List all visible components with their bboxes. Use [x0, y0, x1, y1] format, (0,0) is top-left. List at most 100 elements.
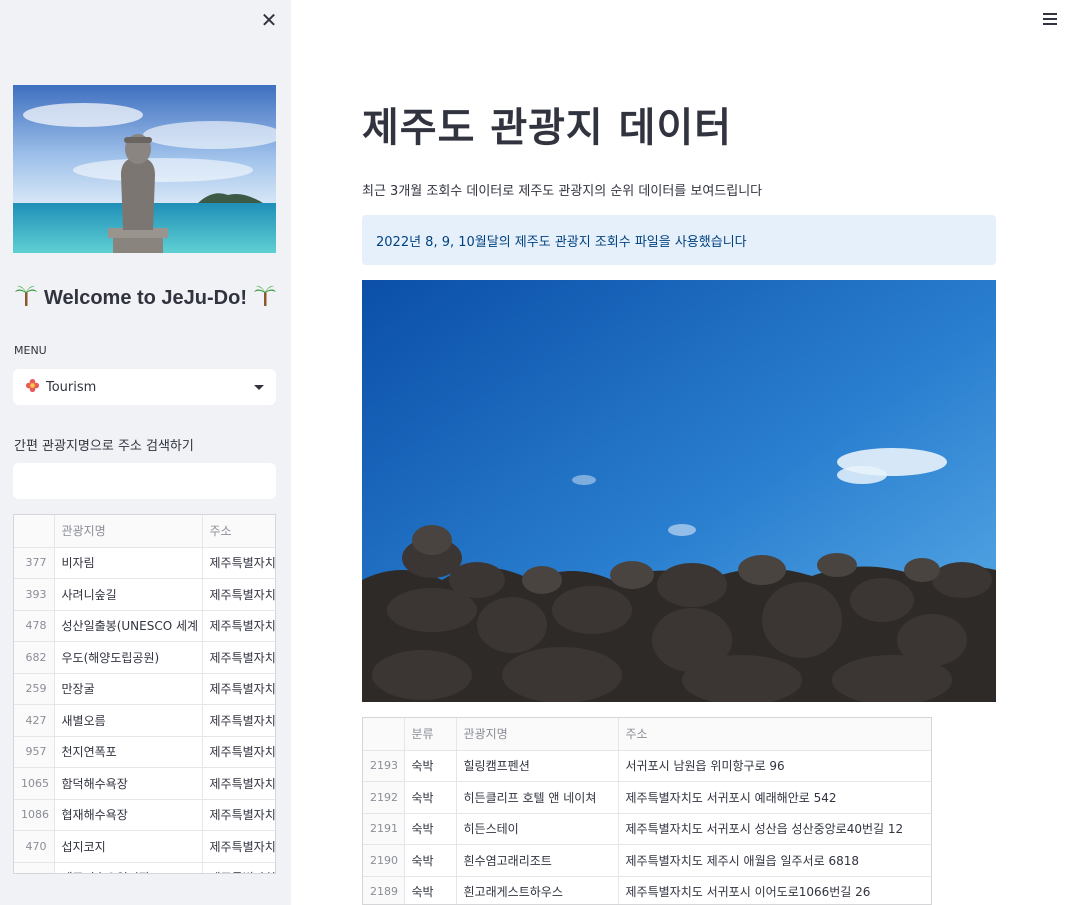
welcome-heading: Welcome to JeJu-Do!: [14, 283, 277, 313]
table-cell: 히든클리프 호텔 앤 네이쳐: [456, 781, 619, 814]
menu-label: MENU: [14, 344, 47, 357]
table-cell: 천지연폭포: [54, 736, 203, 768]
row-index: 682: [14, 641, 55, 674]
row-index: 1086: [14, 799, 55, 831]
table-cell: 만장굴: [54, 673, 203, 705]
table-cell: 제주특별자치도: [202, 547, 275, 579]
page-title: 제주도 관광지 데이터: [362, 105, 733, 151]
table-cell: 숙박: [404, 844, 457, 877]
row-index: 2191: [363, 813, 405, 845]
table-row[interactable]: 2190 숙박 흰수염고래리조트 제주특별자치도 제주시 애월읍 일주서로 6818: [363, 844, 931, 877]
table-cell: 함덕해수욕장: [54, 767, 203, 800]
welcome-text: Welcome to JeJu-Do!: [44, 286, 247, 309]
table-header-row: 관광지명 주소: [14, 515, 275, 548]
chevron-down-icon[interactable]: [254, 384, 264, 390]
row-index: 2190: [363, 844, 405, 877]
table-cell: 제주특별자치도 서귀포시 예래해안로 542: [618, 781, 931, 814]
hamburger-icon[interactable]: [1043, 13, 1057, 25]
table-row[interactable]: 427새별오름제주특별자치도: [14, 704, 275, 737]
table-cell: 숙박: [404, 781, 457, 814]
table-row[interactable]: 957천지연폭포제주특별자치도: [14, 736, 275, 768]
row-index: 957: [14, 736, 55, 768]
table-cell: 숙박: [404, 813, 457, 845]
table-row[interactable]: 377비자림제주특별자치도: [14, 547, 275, 579]
flower-icon: [25, 378, 40, 397]
row-index: 478: [14, 610, 55, 642]
menu-select[interactable]: Tourism: [13, 369, 276, 405]
table-cell: 서귀포시 남원읍 위미항구로 96: [618, 750, 931, 782]
table-cell: 제주특별자치도 서귀포시 이어도로1066번길 26: [618, 876, 931, 904]
table-cell: 제주특별자치도: [202, 641, 275, 674]
harubang-image: [13, 85, 276, 253]
table-cell: 사려니숲길: [54, 578, 203, 611]
row-index: 377: [14, 547, 55, 579]
table-cell: 제주특별자치도 서귀포시 성산읍 성산중앙로40번길 12: [618, 813, 931, 845]
table-row[interactable]: 제주민속오일시장제주특별자치도: [14, 862, 275, 873]
table-cell: 숙박: [404, 750, 457, 782]
table-cell: 제주민속오일시장: [54, 862, 203, 873]
column-header[interactable]: 관광지명: [54, 515, 203, 548]
search-input[interactable]: [13, 463, 276, 499]
table-row[interactable]: 1086협재해수욕장제주특별자치도: [14, 799, 275, 831]
table-cell: 비자림: [54, 547, 203, 579]
row-index: 2189: [363, 876, 405, 904]
table-row[interactable]: 1065함덕해수욕장제주특별자치도: [14, 767, 275, 800]
row-index: 259: [14, 673, 55, 705]
table-cell: 제주특별자치도: [202, 610, 275, 642]
table-row[interactable]: 682우도(해양도립공원)제주특별자치도: [14, 641, 275, 674]
table-cell: 제주특별자치도: [202, 673, 275, 705]
close-icon[interactable]: ✕: [259, 10, 279, 30]
row-index: 1065: [14, 767, 55, 800]
row-index: 470: [14, 830, 55, 863]
row-index: 2193: [363, 750, 405, 782]
table-cell: 제주특별자치도: [202, 578, 275, 611]
table-cell: 흰고래게스트하우스: [456, 876, 619, 904]
data-table[interactable]: 분류 관광지명 주소 2193 숙박 힐링캠프펜션 서귀포시 남원읍 위미항구로 96…: [362, 717, 932, 905]
column-header[interactable]: 주소: [618, 718, 931, 751]
palm-tree-icon: [14, 283, 38, 313]
table-cell: 우도(해양도립공원): [54, 641, 203, 674]
table-cell: 제주특별자치도: [202, 799, 275, 831]
table-cell: 제주특별자치도: [202, 704, 275, 737]
table-cell: 제주특별자치도: [202, 830, 275, 863]
search-label: 간편 관광지명으로 주소 검색하기: [14, 439, 194, 454]
table-row[interactable]: 470섭지코지제주특별자치도: [14, 830, 275, 863]
column-header[interactable]: [14, 515, 55, 548]
palm-tree-icon: [253, 283, 277, 313]
sidebar-table[interactable]: 관광지명 주소 377비자림제주특별자치도 393사려니숲길제주특별자치도 47…: [13, 514, 276, 874]
table-cell: 제주특별자치도: [202, 736, 275, 768]
table-cell: 힐링캠프펜션: [456, 750, 619, 782]
table-cell: 제주특별자치도 제주시 애월읍 일주서로 6818: [618, 844, 931, 877]
table-cell: 협재해수욕장: [54, 799, 203, 831]
table-row[interactable]: 2192 숙박 히든클리프 호텔 앤 네이쳐 제주특별자치도 서귀포시 예래해안로 5…: [363, 781, 931, 814]
table-cell: 숙박: [404, 876, 457, 904]
table-cell: 제주특별자치도: [202, 862, 275, 873]
table-row[interactable]: 478성산일출봉(UNESCO 세계제주특별자치도: [14, 610, 275, 642]
column-header[interactable]: 분류: [404, 718, 457, 751]
table-cell: 히든스테이: [456, 813, 619, 845]
info-alert: 2022년 8, 9, 10월달의 제주도 관광지 조회수 파일을 사용했습니다: [362, 215, 996, 265]
table-row[interactable]: 393사려니숲길제주특별자치도: [14, 578, 275, 611]
menu-select-value: Tourism: [46, 379, 97, 395]
table-cell: 섭지코지: [54, 830, 203, 863]
table-header-row: 분류 관광지명 주소: [363, 718, 931, 751]
column-header[interactable]: [363, 718, 405, 751]
row-index: 427: [14, 704, 55, 737]
row-index: [14, 862, 55, 873]
table-row[interactable]: 259만장굴제주특별자치도: [14, 673, 275, 705]
table-row[interactable]: 2191 숙박 히든스테이 제주특별자치도 서귀포시 성산읍 성산중앙로40번길 12: [363, 813, 931, 845]
table-row[interactable]: 2193 숙박 힐링캠프펜션 서귀포시 남원읍 위미항구로 96: [363, 750, 931, 782]
table-cell: 성산일출봉(UNESCO 세계: [54, 610, 203, 642]
table-cell: 흰수염고래리조트: [456, 844, 619, 877]
table-row[interactable]: 2189 숙박 흰고래게스트하우스 제주특별자치도 서귀포시 이어도로1066번길 2…: [363, 876, 931, 904]
page-subtitle: 최근 3개월 조회수 데이터로 제주도 관광지의 순위 데이터를 보여드립니다: [362, 184, 763, 199]
column-header[interactable]: 관광지명: [456, 718, 619, 751]
column-header[interactable]: 주소: [202, 515, 275, 548]
table-cell: 새별오름: [54, 704, 203, 737]
sidebar: ✕ Welcome to JeJu-Do! MENU Tourism 간편 관광…: [0, 0, 291, 905]
info-text: 2022년 8, 9, 10월달의 제주도 관광지 조회수 파일을 사용했습니다: [376, 234, 747, 250]
table-cell: 제주특별자치도: [202, 767, 275, 800]
stone-wall-image: [362, 280, 996, 702]
row-index: 2192: [363, 781, 405, 814]
row-index: 393: [14, 578, 55, 611]
